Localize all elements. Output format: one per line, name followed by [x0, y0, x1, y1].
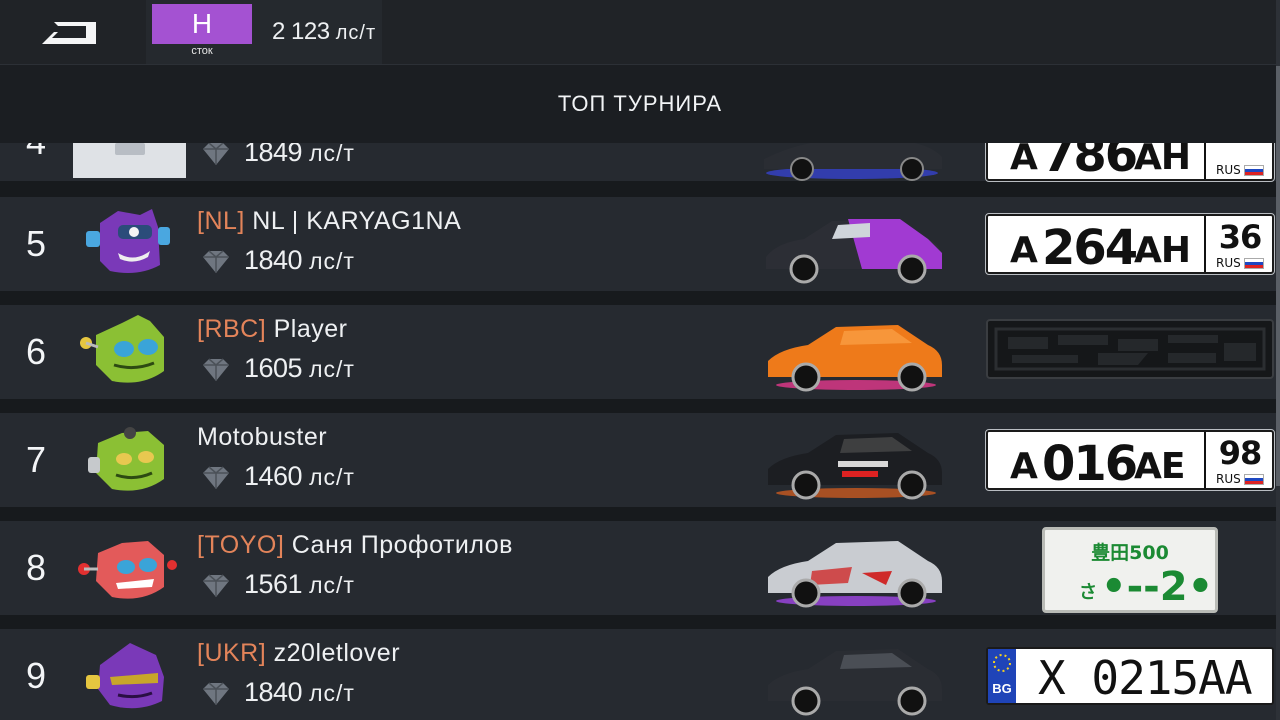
- rank-number: 6: [25, 331, 47, 372]
- rank-number: 9: [25, 655, 47, 696]
- car-image: [752, 527, 952, 609]
- diamond-rank-icon: [203, 574, 229, 597]
- scrollbar-thumb[interactable]: [1276, 66, 1280, 486]
- player-name[interactable]: [NL] NL | KARYAG1NA: [197, 207, 461, 236]
- license-plate: А 264 АН 36 RUS: [985, 213, 1275, 276]
- power-to-weight: 2 123 лс/т: [272, 18, 376, 46]
- back-button[interactable]: [38, 14, 100, 48]
- class-badge: H: [152, 4, 252, 44]
- clan-tag: [TOYO]: [197, 531, 285, 559]
- page-title: ТОП ТУРНИРА: [557, 91, 723, 116]
- title-bar: ТОП ТУРНИРА: [0, 65, 1280, 143]
- clan-tag: [NL]: [197, 207, 245, 235]
- avatar: [78, 421, 178, 501]
- green-robot-avatar-icon: [80, 315, 164, 383]
- license-plate: 豊田500 さ •--2•: [1042, 527, 1218, 613]
- russia-flag-icon: [1244, 474, 1264, 485]
- license-plate: [986, 319, 1274, 379]
- car-image: [752, 635, 952, 717]
- diamond-rank-icon: [203, 466, 229, 489]
- avatar: [73, 143, 186, 178]
- diamond-rank-icon: [203, 358, 229, 381]
- class-subtitle: сток: [191, 45, 213, 57]
- russia-flag-icon: [1244, 165, 1264, 176]
- top-bar: H сток 2 123 лс/т: [0, 0, 1280, 65]
- leaderboard-row[interactable]: 7 Motobuster 1460 лс/т А 016 АЕ 98 RUS: [0, 413, 1276, 507]
- leaderboard-row[interactable]: 4 1849 лс/т А786АН RUS: [0, 143, 1276, 183]
- car-image: [752, 419, 952, 501]
- car-icon: [768, 325, 942, 392]
- green-robot-avatar-icon: [88, 427, 164, 491]
- leaderboard-row[interactable]: 5 [NL] NL | KARYAG1NA 1840 лс/т А 264 АН…: [0, 197, 1276, 291]
- rank-number: 7: [25, 439, 47, 480]
- car-image: [752, 311, 952, 393]
- leaderboard-row[interactable]: 6 [RBC] Player 1605 лс/т: [0, 305, 1276, 399]
- tournament-top-screen: { "header": { "class_letter": "H", "clas…: [0, 0, 1280, 720]
- car-image: [752, 203, 952, 285]
- empty-plate-frame-icon: [994, 327, 1266, 371]
- license-plate: BG X 0215AA: [986, 647, 1274, 705]
- rating-value: 1840 лс/т: [244, 677, 355, 707]
- eu-stars-icon: [993, 654, 1011, 672]
- car-icon: [768, 541, 942, 608]
- eu-band: BG: [988, 649, 1016, 703]
- rating-value: 1849 лс/т: [244, 143, 355, 167]
- leaderboard-row[interactable]: 9 [UKR] z20letlover 1840 лс/т BG X 0215A…: [0, 629, 1276, 720]
- rating-value: 1840 лс/т: [244, 245, 355, 275]
- purple-robot-avatar-icon: [86, 209, 170, 273]
- leaderboard-row[interactable]: 8 [TOYO] Саня Профотилов 1561 лс/т 豊田500…: [0, 521, 1276, 615]
- avatar: [78, 637, 178, 717]
- player-name[interactable]: [UKR] z20letlover: [197, 639, 400, 668]
- license-plate: А 016 АЕ 98 RUS: [985, 429, 1275, 492]
- purple-robot-avatar-icon: [86, 643, 164, 709]
- car-icon: [766, 219, 942, 284]
- back-arrow-icon: [42, 22, 96, 44]
- player-name[interactable]: [RBC] Player: [197, 315, 348, 344]
- russia-flag-icon: [1244, 258, 1264, 269]
- diamond-rank-icon: [203, 250, 229, 273]
- power-unit: лс/т: [335, 22, 377, 44]
- rank-number: 5: [25, 223, 47, 264]
- red-robot-avatar-icon: [78, 541, 177, 599]
- clan-tag: [UKR]: [197, 639, 267, 667]
- rating-value: 1460 лс/т: [244, 461, 355, 491]
- diamond-rank-icon: [203, 143, 229, 165]
- rating-value: 1561 лс/т: [244, 569, 355, 599]
- avatar: [78, 313, 178, 393]
- avatar: [78, 205, 178, 285]
- rank-number: 8: [25, 547, 47, 588]
- license-plate: А 786 АН RUS: [985, 143, 1275, 183]
- car-image: [752, 143, 952, 181]
- rating-value: 1605 лс/т: [244, 353, 355, 383]
- car-icon: [768, 649, 942, 716]
- rank-number: 4: [0, 143, 72, 163]
- clan-tag: [RBC]: [197, 315, 267, 343]
- avatar: [78, 529, 178, 609]
- power-value: 2 123: [272, 18, 330, 45]
- car-class-block: H сток 2 123 лс/т: [146, 0, 382, 64]
- player-name[interactable]: Motobuster: [197, 423, 327, 452]
- leaderboard-list[interactable]: 4 1849 лс/т А786АН RUS 5: [0, 143, 1280, 720]
- blank-avatar-icon: [115, 143, 145, 155]
- car-icon: [768, 433, 942, 500]
- player-name[interactable]: [TOYO] Саня Профотилов: [197, 531, 513, 560]
- diamond-rank-icon: [203, 682, 229, 705]
